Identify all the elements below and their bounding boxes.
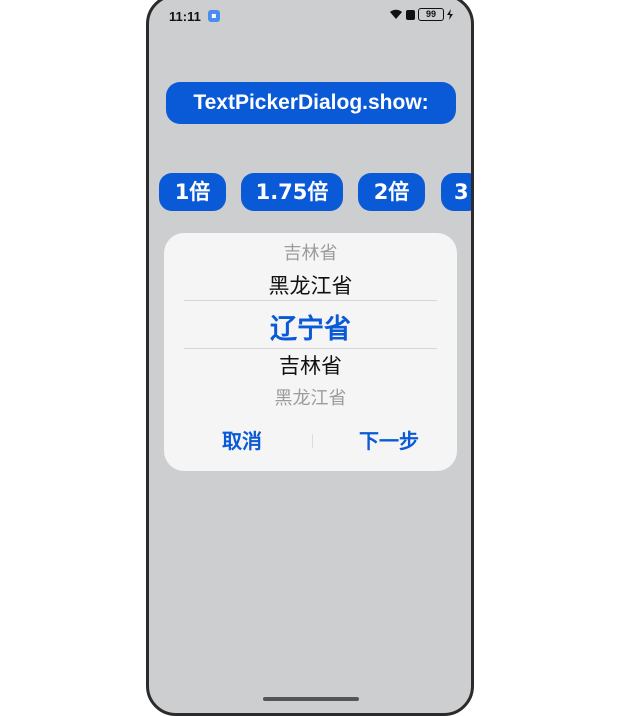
status-bar: 11:11 ▪ 99 [149, 0, 471, 27]
speed-button-3x[interactable]: 3 [441, 173, 471, 211]
picker-item[interactable]: 吉林省 [164, 239, 457, 265]
text-picker[interactable]: 吉林省 黑龙江省 辽宁省 吉林省 黑龙江省 [164, 233, 457, 410]
app-notification-icon: ▪ [208, 10, 220, 22]
text-picker-dialog: 吉林省 黑龙江省 辽宁省 吉林省 黑龙江省 取消 下一步 [164, 233, 457, 471]
textpicker-dialog-show-button[interactable]: TextPickerDialog.show: [166, 82, 456, 124]
speed-button-1-75x[interactable]: 1.75倍 [241, 173, 343, 211]
charging-icon [447, 9, 453, 20]
action-divider [312, 434, 313, 448]
cancel-button[interactable]: 取消 [202, 423, 282, 459]
picker-item[interactable]: 黑龙江省 [164, 384, 457, 410]
picker-item-selected[interactable]: 辽宁省 [164, 307, 457, 346]
speed-button-2x[interactable]: 2倍 [358, 173, 425, 211]
picker-divider-top [184, 300, 437, 301]
status-icons: 99 [389, 8, 453, 21]
picker-item[interactable]: 黑龙江省 [164, 270, 457, 300]
picker-item[interactable]: 吉林省 [164, 350, 457, 380]
status-time: 11:11 [169, 9, 201, 24]
dialog-action-row: 取消 下一步 [164, 423, 457, 459]
home-indicator[interactable] [263, 697, 359, 701]
battery-icon: 99 [418, 8, 444, 21]
picker-divider-bottom [184, 348, 437, 349]
next-button[interactable]: 下一步 [339, 423, 439, 459]
speed-button-1x[interactable]: 1倍 [159, 173, 226, 211]
speed-button-row: 1倍 1.75倍 2倍 3 [149, 173, 471, 213]
signal-icon [406, 9, 415, 20]
phone-frame: 11:11 ▪ 99 TextPickerDialog.show: 1倍 1.7… [146, 0, 474, 716]
wifi-icon [389, 9, 403, 20]
